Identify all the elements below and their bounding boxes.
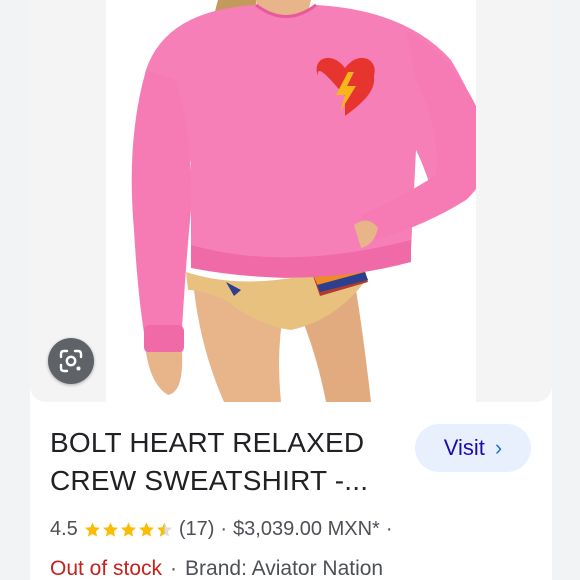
visit-button-label: Visit [443, 435, 485, 460]
brand-label: Brand: Aviator Nation [185, 557, 384, 580]
star-icon [102, 521, 118, 537]
price: $3,039.00 MXN* [233, 517, 380, 540]
rating-value: 4.5 [50, 517, 78, 540]
product-title[interactable]: BOLT HEART RELAXED CREW SWEATSHIRT -... [50, 424, 390, 500]
star-icon [120, 521, 136, 537]
half-star-icon [156, 521, 172, 537]
stock-status: Out of stock [50, 557, 163, 580]
image-padding-right [476, 0, 552, 402]
product-image-area[interactable] [30, 0, 552, 402]
stock-brand-row: Out of stock · Brand: Aviator Nation [50, 554, 383, 580]
product-title-line1: BOLT HEART RELAXED [50, 427, 365, 458]
google-lens-icon[interactable] [48, 338, 94, 384]
product-photo[interactable] [106, 0, 476, 402]
chevron-right-icon: › [494, 435, 503, 460]
visit-button[interactable]: Visit › [415, 424, 531, 472]
separator-dot: · [170, 557, 178, 580]
rating-price-row: 4.5 (17) · $3,039.00 MXN* · [50, 514, 393, 544]
product-card[interactable]: BOLT HEART RELAXED CREW SWEATSHIRT -... … [30, 0, 552, 580]
review-count[interactable]: (17) [179, 518, 215, 541]
star-rating [84, 521, 173, 538]
product-title-line2: CREW SWEATSHIRT -... [50, 465, 369, 496]
separator-dot: · [220, 517, 228, 540]
star-icon [138, 521, 154, 537]
separator-dot: · [385, 517, 393, 540]
star-icon [84, 521, 100, 537]
